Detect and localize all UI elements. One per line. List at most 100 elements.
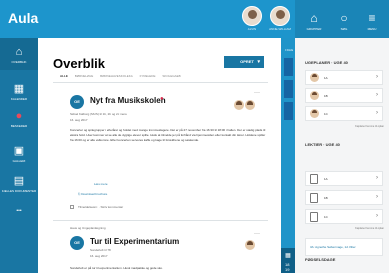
home-icon: ⌂	[15, 46, 23, 58]
avatar	[310, 73, 319, 82]
sidebar-item-label: GALLERI	[12, 159, 26, 163]
document-icon	[310, 193, 318, 203]
sidebar-item-label: FÆLLES DOKUMENTER	[1, 189, 37, 193]
menu-label: MENU	[367, 27, 377, 31]
tab-skolegaeb[interactable]: SKOLEGAEB	[162, 74, 180, 78]
menu-label: GRUPPER	[306, 27, 322, 31]
chevron-right-icon: ›	[376, 194, 378, 200]
avatar	[242, 6, 262, 26]
main-content: Overblik OPRET ▾ ALLE BØRNEHAVE BØRNEHAV…	[38, 38, 281, 273]
important-icon: ●	[160, 96, 164, 102]
card-label: 1A	[324, 76, 328, 80]
sidebar-item-more[interactable]: •••	[0, 206, 38, 214]
groups-button[interactable]: ⌂ GRUPPER	[300, 11, 328, 31]
document-icon: ▤	[13, 175, 25, 187]
ugeplan-card[interactable]: 1A ›	[305, 70, 383, 85]
post-author-badge: OE	[70, 95, 84, 109]
post-author-badge: OE	[70, 236, 84, 250]
search-button[interactable]: ○ SØG	[330, 11, 358, 31]
birthday-list[interactable]: 3A: Agnethe Søbermage, 1A Vilter	[305, 238, 383, 256]
avatar	[245, 240, 255, 250]
house-icon: ⌂	[310, 11, 318, 25]
calendar-event[interactable]	[284, 102, 293, 120]
birthday-header: FØDSELSDAGE	[305, 257, 336, 262]
tab-alle[interactable]: ALLE	[60, 74, 68, 78]
profile-label: ANNE-WILLIAM	[269, 27, 291, 31]
sidebar: ⌂ OVERBLIK ▦ KALENDER ● BESKEDER ▣ GALLE…	[0, 38, 38, 273]
card-label: 1C	[324, 112, 328, 116]
calendar-event[interactable]	[284, 58, 293, 76]
sidebar-item-label: KALENDER	[10, 97, 28, 101]
profile-anne[interactable]: ANNE-WILLIAM	[264, 4, 296, 36]
post-actions[interactable]: Tilmeldelsesnr. · Skriv kommentar	[78, 205, 123, 209]
ugeplaner-note[interactable]: Køplane fremme til oplan	[355, 125, 384, 128]
post-options-icon[interactable]: ···	[254, 231, 260, 237]
card-label: 1B	[324, 94, 328, 98]
post-title[interactable]: Tur til Experimentarium	[90, 237, 179, 246]
create-button-label: OPRET	[240, 59, 254, 64]
sidebar-item-beskeder[interactable]: ● BESKEDER	[0, 110, 38, 128]
sidebar-item-galleri[interactable]: ▣ GALLERI	[0, 144, 38, 163]
people-icon: ●	[15, 110, 23, 122]
divider	[53, 82, 268, 83]
post-title[interactable]: Nyt fra Musikskolen	[90, 96, 166, 105]
calendar-event[interactable]	[284, 80, 293, 98]
read-more-link[interactable]: Læs mere	[94, 182, 108, 186]
ugeplan-card[interactable]: 1B ›	[305, 88, 383, 103]
avatar	[310, 109, 319, 118]
avatar	[270, 6, 290, 26]
attachment-label: Download brochure	[81, 192, 108, 196]
chevron-right-icon: ›	[376, 92, 378, 98]
document-icon	[310, 212, 318, 222]
lektier-header: LEKTIER · UGE 40	[305, 142, 340, 147]
app-logo[interactable]: Aula	[8, 10, 38, 26]
filter-tabs: ALLE BØRNEHAVE BØRNEHAVESKOLEKA FYRELEDE…	[60, 74, 187, 78]
ugeplaner-header: UGEPLANER · UGE 40	[305, 60, 348, 65]
create-button[interactable]: OPRET ▾	[224, 56, 264, 68]
sidebar-item-kalender[interactable]: ▦ KALENDER	[0, 82, 38, 101]
avatar	[310, 91, 319, 100]
lektier-card[interactable]: 1A ›	[305, 171, 383, 186]
gallery-icon: ▣	[13, 145, 25, 157]
calendar-icon: ▦	[13, 83, 25, 95]
post-date: 16. aug 2017	[70, 118, 88, 122]
post-author: Sondeholt til 78	[90, 248, 111, 252]
sidebar-item-overblik[interactable]: ⌂ OVERBLIK	[0, 46, 38, 64]
calendar-strip-label: I DAG	[285, 48, 294, 52]
lektier-card[interactable]: 1C ›	[305, 209, 383, 224]
more-icon: •••	[16, 208, 22, 214]
chevron-right-icon: ›	[376, 74, 378, 80]
chevron-right-icon: ›	[376, 110, 378, 116]
post-body: Koncerter og spilegrupper i efteråret og…	[70, 128, 266, 142]
post-author: Sidsel Kalborg (MUS) til 1b, 2b og 2c me…	[70, 112, 127, 116]
chevron-right-icon: ›	[376, 175, 378, 181]
hamburger-icon: ≡	[368, 11, 376, 25]
page-title: Overblik	[53, 56, 106, 71]
lektier-card[interactable]: 1B ›	[305, 190, 383, 205]
post-checkbox[interactable]	[70, 205, 74, 209]
lektier-note[interactable]: Køplane fremme til oplan	[355, 227, 384, 230]
post-options-icon[interactable]: ···	[254, 90, 260, 96]
birthday-text: 3A: Agnethe Søbermage, 1A Vilter	[310, 245, 356, 249]
avatar	[234, 100, 244, 110]
menu-button[interactable]: ≡ MENU	[358, 11, 386, 31]
ugeplan-card[interactable]: 1C ›	[305, 106, 383, 121]
attachment-link[interactable]: ⎘ Download brochure	[78, 192, 107, 196]
post-date: 16. aug 2017	[90, 254, 108, 258]
sidebar-item-dokumenter[interactable]: ▤ FÆLLES DOKUMENTER	[0, 174, 38, 193]
calendar-date: 19	[285, 267, 290, 272]
tab-bornehave[interactable]: BØRNEHAVE	[75, 74, 94, 78]
post-context: Haus og Ungeplanlægning	[70, 226, 106, 230]
menu-label: SØG	[340, 27, 348, 31]
tab-bornehaveskole[interactable]: BØRNEHAVESKOLEKA	[100, 74, 133, 78]
chevron-down-icon: ▾	[257, 59, 260, 65]
calendar-icon: ▦	[285, 253, 291, 259]
card-label: 1A	[324, 177, 328, 181]
sidebar-item-label: BESKEDER	[10, 124, 28, 128]
divider	[53, 220, 268, 221]
avatar	[245, 100, 255, 110]
search-icon: ○	[340, 11, 348, 25]
chevron-right-icon: ›	[376, 213, 378, 219]
document-icon	[310, 174, 318, 184]
tab-fyrelede[interactable]: FYRELEDE	[140, 74, 156, 78]
